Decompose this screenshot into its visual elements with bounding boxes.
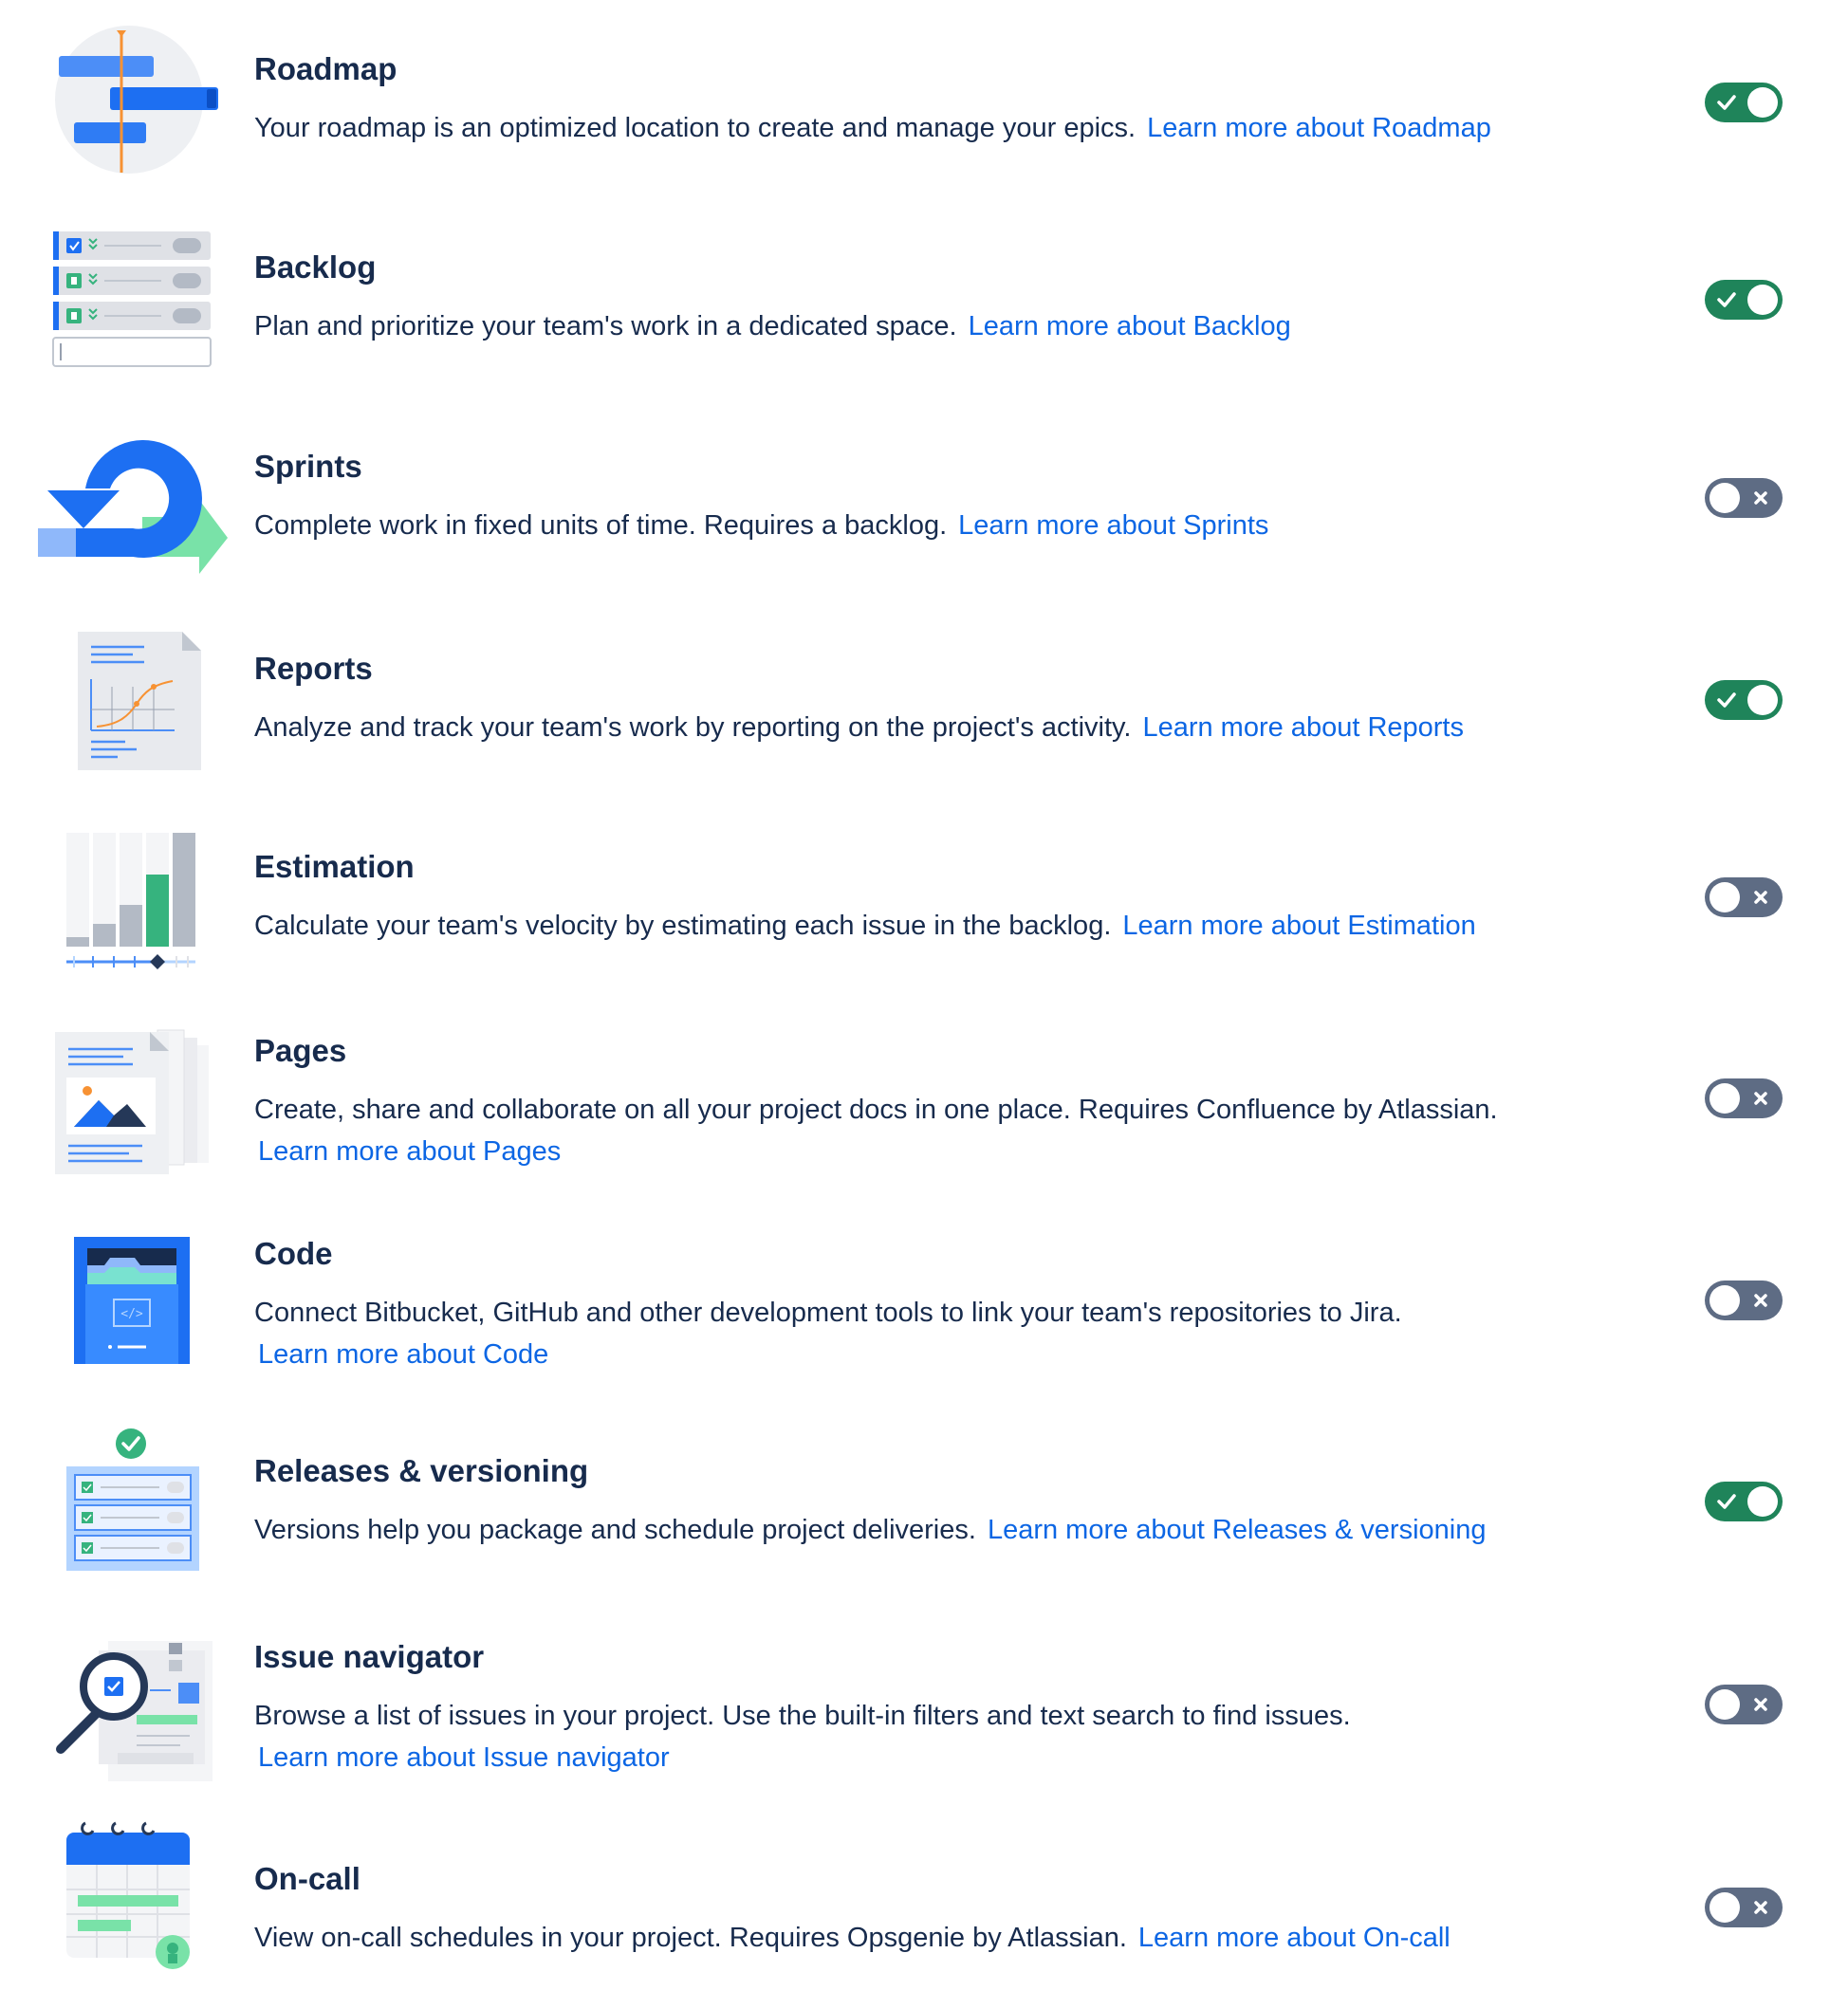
check-icon: [1710, 280, 1743, 320]
sprints-illustration-icon: [38, 422, 228, 583]
features-list: Roadmap Your roadmap is an optimized loc…: [0, 0, 1848, 1990]
feature-title: On-call: [254, 1861, 360, 1896]
feature-title: Code: [254, 1236, 333, 1271]
learn-more-link[interactable]: Learn more about Backlog: [969, 311, 1291, 341]
estimation-illustration-icon: [38, 823, 228, 985]
feature-description: Complete work in fixed units of time. Re…: [254, 505, 1525, 546]
pages-toggle[interactable]: [1705, 1078, 1783, 1118]
toggle-knob: [1709, 1689, 1740, 1720]
feature-description: Browse a list of issues in your project.…: [254, 1695, 1525, 1778]
feature-description: Connect Bitbucket, GitHub and other deve…: [254, 1292, 1525, 1375]
releases-illustration-icon: [38, 1423, 228, 1584]
feature-description: Analyze and track your team's work by re…: [254, 707, 1525, 748]
cross-icon: [1745, 478, 1777, 518]
toggle-knob: [1747, 285, 1778, 315]
description-text: Plan and prioritize your team's work in …: [254, 311, 957, 341]
issue-navigator-illustration-icon: [38, 1628, 228, 1789]
issue-navigator-toggle[interactable]: [1705, 1685, 1783, 1724]
learn-more-link[interactable]: Learn more about Issue navigator: [258, 1737, 1525, 1778]
description-text: Browse a list of issues in your project.…: [254, 1701, 1351, 1731]
on-call-toggle[interactable]: [1705, 1888, 1783, 1927]
cross-icon: [1745, 1281, 1777, 1320]
feature-description: Calculate your team's velocity by estima…: [254, 905, 1525, 947]
reports-toggle[interactable]: [1705, 680, 1783, 720]
on-call-illustration-icon: [38, 1819, 228, 1981]
pages-illustration-icon: [38, 1021, 228, 1182]
releases-toggle[interactable]: [1705, 1482, 1783, 1521]
description-text: Calculate your team's velocity by estima…: [254, 911, 1112, 941]
code-illustration-icon: </>: [38, 1224, 228, 1385]
learn-more-link[interactable]: Learn more about Reports: [1142, 712, 1464, 743]
cross-icon: [1745, 877, 1777, 917]
backlog-illustration-icon: [38, 222, 228, 383]
toggle-knob: [1709, 1892, 1740, 1923]
feature-title: Pages: [254, 1033, 347, 1068]
toggle-knob: [1747, 87, 1778, 118]
cross-icon: [1745, 1888, 1777, 1927]
check-icon: [1710, 1482, 1743, 1521]
feature-description: Your roadmap is an optimized location to…: [254, 107, 1525, 149]
reports-illustration-icon: [38, 624, 228, 785]
description-text: Versions help you package and schedule p…: [254, 1515, 976, 1545]
toggle-knob: [1709, 882, 1740, 912]
toggle-knob: [1747, 1486, 1778, 1517]
toggle-knob: [1709, 483, 1740, 513]
toggle-knob: [1709, 1083, 1740, 1114]
description-text: Your roadmap is an optimized location to…: [254, 113, 1137, 143]
feature-description: View on-call schedules in your project. …: [254, 1917, 1525, 1959]
learn-more-link[interactable]: Learn more about Sprints: [958, 510, 1268, 541]
roadmap-illustration-icon: [38, 21, 228, 182]
toggle-knob: [1709, 1285, 1740, 1316]
feature-title: Estimation: [254, 849, 415, 884]
feature-title: Releases & versioning: [254, 1453, 589, 1488]
feature-description: Versions help you package and schedule p…: [254, 1509, 1525, 1551]
estimation-toggle[interactable]: [1705, 877, 1783, 917]
description-text: View on-call schedules in your project. …: [254, 1923, 1127, 1953]
check-icon: [1710, 680, 1743, 720]
cross-icon: [1745, 1685, 1777, 1724]
learn-more-link[interactable]: Learn more about Roadmap: [1147, 113, 1491, 143]
cross-icon: [1745, 1078, 1777, 1118]
description-text: Connect Bitbucket, GitHub and other deve…: [254, 1298, 1402, 1328]
svg-text:</>: </>: [120, 1307, 143, 1321]
backlog-toggle[interactable]: [1705, 280, 1783, 320]
feature-title: Reports: [254, 651, 373, 686]
toggle-knob: [1747, 685, 1778, 715]
description-text: Create, share and collaborate on all you…: [254, 1095, 1498, 1125]
feature-title: Backlog: [254, 249, 377, 285]
description-text: Complete work in fixed units of time. Re…: [254, 510, 948, 541]
learn-more-link[interactable]: Learn more about On-call: [1138, 1923, 1451, 1953]
learn-more-link[interactable]: Learn more about Estimation: [1122, 911, 1475, 941]
feature-title: Sprints: [254, 449, 362, 484]
sprints-toggle[interactable]: [1705, 478, 1783, 518]
feature-title: Issue navigator: [254, 1639, 485, 1674]
feature-description: Create, share and collaborate on all you…: [254, 1089, 1525, 1172]
learn-more-link[interactable]: Learn more about Pages: [258, 1131, 1525, 1172]
description-text: Analyze and track your team's work by re…: [254, 712, 1132, 743]
code-toggle[interactable]: [1705, 1281, 1783, 1320]
learn-more-link[interactable]: Learn more about Code: [258, 1334, 1525, 1375]
learn-more-link[interactable]: Learn more about Releases & versioning: [988, 1515, 1487, 1545]
feature-title: Roadmap: [254, 51, 397, 86]
check-icon: [1710, 83, 1743, 122]
feature-description: Plan and prioritize your team's work in …: [254, 305, 1525, 347]
roadmap-toggle[interactable]: [1705, 83, 1783, 122]
